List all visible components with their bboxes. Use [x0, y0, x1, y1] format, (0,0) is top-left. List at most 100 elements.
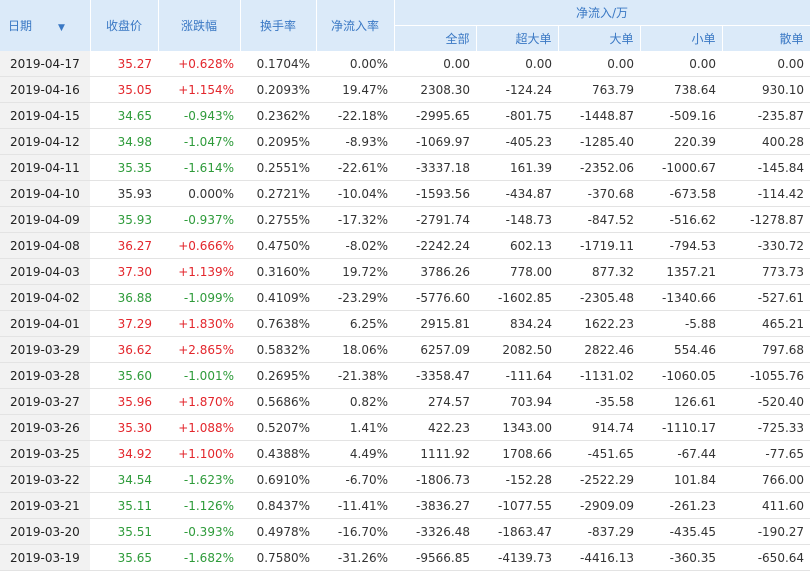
cell-close: 34.98: [90, 128, 158, 155]
cell-turnover: 0.6910%: [240, 466, 316, 493]
table-row: 2019-04-16 35.05 +1.154% 0.2093% 19.47% 2308.…: [0, 76, 811, 103]
cell-net-ratio: -8.93%: [316, 128, 394, 155]
cell-medium: -1000.67: [640, 154, 722, 181]
header-extra-large[interactable]: 超大单: [476, 25, 559, 51]
cell-all: 2308.30: [394, 76, 476, 103]
table-row: 2019-03-20 35.51 -0.393% 0.4978% -16.70% -332…: [0, 518, 811, 545]
cell-date: 2019-03-22: [0, 466, 90, 493]
header-close[interactable]: 收盘价: [90, 0, 159, 51]
cell-change: -1.001%: [158, 362, 240, 389]
cell-date: 2019-04-17: [0, 51, 90, 77]
cell-date: 2019-04-03: [0, 258, 90, 285]
cell-close: 35.93: [90, 206, 158, 233]
cell-close: 35.05: [90, 76, 158, 103]
cell-small: -190.27: [722, 518, 811, 545]
cell-net-ratio: -17.32%: [316, 206, 394, 233]
header-medium[interactable]: 小单: [640, 25, 723, 51]
cell-date: 2019-04-01: [0, 310, 90, 337]
table-header: 日期 ▼ 收盘价 涨跌幅 换手率 净流入率 净流入/万 全部 超大单 大单 小单 …: [0, 0, 811, 51]
cell-extra-large: 703.94: [476, 388, 558, 415]
header-small[interactable]: 散单: [722, 25, 811, 51]
cell-large: -2909.09: [558, 492, 640, 519]
table-row: 2019-03-26 35.30 +1.088% 0.5207% 1.41% 422.23…: [0, 414, 811, 441]
cell-extra-large: -4139.73: [476, 544, 558, 571]
cell-small: -520.40: [722, 388, 811, 415]
cell-all: 1111.92: [394, 440, 476, 467]
cell-small: 411.60: [722, 492, 811, 519]
cell-change: -1.047%: [158, 128, 240, 155]
cell-medium: -509.16: [640, 102, 722, 129]
cell-change: +1.830%: [158, 310, 240, 337]
cell-close: 34.54: [90, 466, 158, 493]
cell-net-ratio: -22.18%: [316, 102, 394, 129]
header-date[interactable]: 日期 ▼: [0, 0, 91, 51]
cell-medium: 126.61: [640, 388, 722, 415]
cell-date: 2019-04-02: [0, 284, 90, 311]
cell-all: -5776.60: [394, 284, 476, 311]
table-row: 2019-04-08 36.27 +0.666% 0.4750% -8.02% -2242…: [0, 232, 811, 259]
cell-net-ratio: -6.70%: [316, 466, 394, 493]
cell-date: 2019-04-12: [0, 128, 90, 155]
cell-extra-large: 161.39: [476, 154, 558, 181]
cell-large: -2522.29: [558, 466, 640, 493]
cell-extra-large: -1602.85: [476, 284, 558, 311]
cell-close: 35.96: [90, 388, 158, 415]
cell-extra-large: -434.87: [476, 180, 558, 207]
cell-turnover: 0.1704%: [240, 51, 316, 77]
header-net-ratio[interactable]: 净流入率: [316, 0, 395, 51]
table-row: 2019-04-10 35.93 0.000% 0.2721% -10.04% -1593…: [0, 180, 811, 207]
cell-large: -4416.13: [558, 544, 640, 571]
cell-medium: 738.64: [640, 76, 722, 103]
header-turnover[interactable]: 换手率: [240, 0, 317, 51]
cell-small: -114.42: [722, 180, 811, 207]
cell-turnover: 0.4978%: [240, 518, 316, 545]
header-change[interactable]: 涨跌幅: [158, 0, 241, 51]
cell-large: -451.65: [558, 440, 640, 467]
cell-close: 34.65: [90, 102, 158, 129]
header-large[interactable]: 大单: [558, 25, 641, 51]
cell-date: 2019-04-11: [0, 154, 90, 181]
cell-medium: -1060.05: [640, 362, 722, 389]
cell-net-ratio: 0.00%: [316, 51, 394, 77]
table-row: 2019-03-22 34.54 -1.623% 0.6910% -6.70% -1806…: [0, 466, 811, 493]
table-row: 2019-04-09 35.93 -0.937% 0.2755% -17.32% -279…: [0, 206, 811, 233]
cell-net-ratio: 6.25%: [316, 310, 394, 337]
cell-all: 274.57: [394, 388, 476, 415]
cell-large: -1719.11: [558, 232, 640, 259]
table-row: 2019-04-11 35.35 -1.614% 0.2551% -22.61% -333…: [0, 154, 811, 181]
cell-all: -2242.24: [394, 232, 476, 259]
cell-medium: -435.45: [640, 518, 722, 545]
cell-all: -3358.47: [394, 362, 476, 389]
cell-turnover: 0.4750%: [240, 232, 316, 259]
cell-small: 930.10: [722, 76, 811, 103]
cell-extra-large: 834.24: [476, 310, 558, 337]
cell-medium: 1357.21: [640, 258, 722, 285]
cell-change: +1.139%: [158, 258, 240, 285]
cell-date: 2019-04-15: [0, 102, 90, 129]
cell-extra-large: -801.75: [476, 102, 558, 129]
cell-date: 2019-04-08: [0, 232, 90, 259]
header-all[interactable]: 全部: [394, 25, 477, 51]
cell-large: 763.79: [558, 76, 640, 103]
cell-all: -1593.56: [394, 180, 476, 207]
cell-close: 35.51: [90, 518, 158, 545]
cell-net-ratio: -31.26%: [316, 544, 394, 571]
cell-medium: -1110.17: [640, 414, 722, 441]
cell-all: -3326.48: [394, 518, 476, 545]
fund-flow-table: 日期 ▼ 收盘价 涨跌幅 换手率 净流入率 净流入/万 全部 超大单 大单 小单 …: [0, 0, 811, 571]
cell-net-ratio: 4.49%: [316, 440, 394, 467]
cell-large: -370.68: [558, 180, 640, 207]
cell-all: 0.00: [394, 51, 476, 77]
table-row: 2019-04-03 37.30 +1.139% 0.3160% 19.72% 3786.…: [0, 258, 811, 285]
cell-close: 34.92: [90, 440, 158, 467]
sort-down-arrow-icon[interactable]: ▼: [58, 23, 65, 33]
cell-turnover: 0.3160%: [240, 258, 316, 285]
cell-turnover: 0.8437%: [240, 492, 316, 519]
cell-close: 36.88: [90, 284, 158, 311]
cell-change: +0.666%: [158, 232, 240, 259]
cell-large: -35.58: [558, 388, 640, 415]
cell-extra-large: 1708.66: [476, 440, 558, 467]
cell-all: -9566.85: [394, 544, 476, 571]
cell-date: 2019-03-27: [0, 388, 90, 415]
cell-turnover: 0.2695%: [240, 362, 316, 389]
